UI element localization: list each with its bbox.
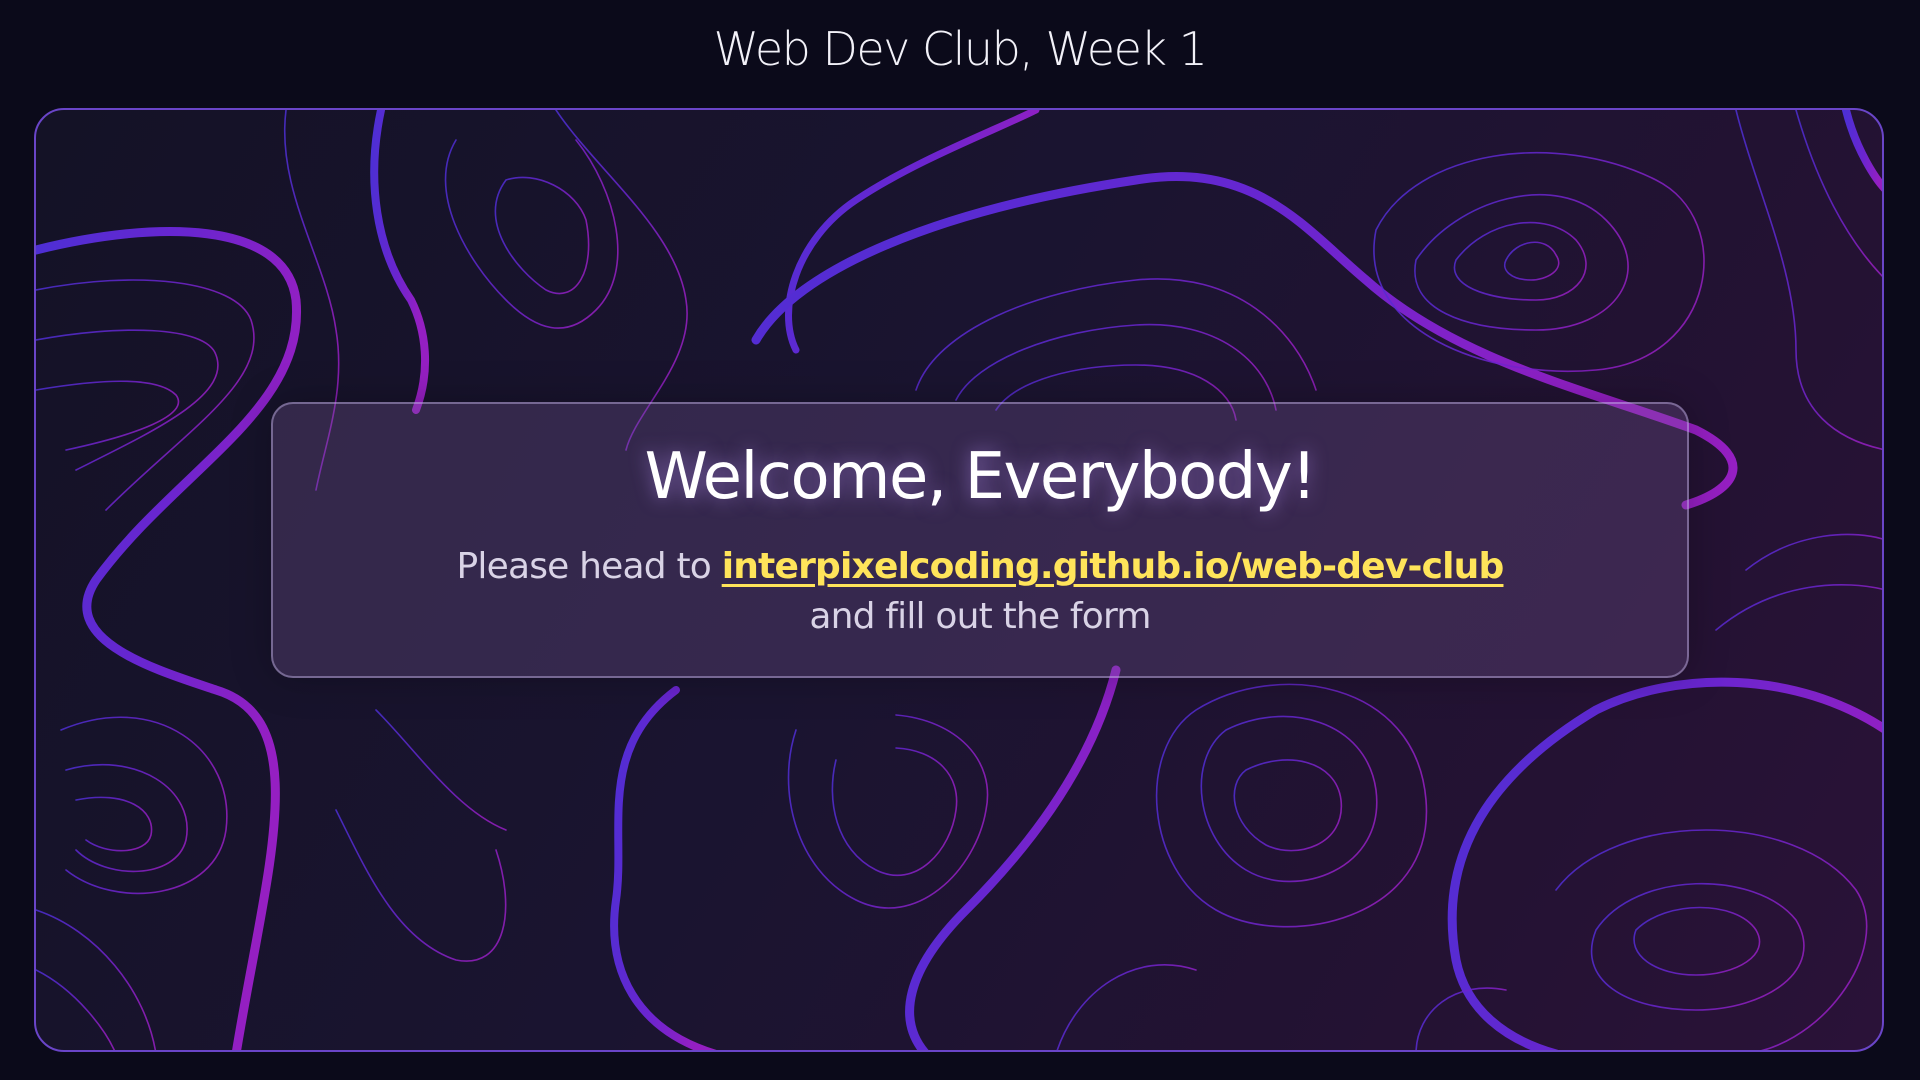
slide-stage: Welcome, Everybody! Please head to inter… (34, 108, 1884, 1052)
page-title: Web Dev Club, Week 1 (713, 22, 1208, 76)
club-website-link[interactable]: interpixelcoding.github.io/web-dev-club (722, 546, 1505, 587)
instruction-prefix: Please head to (456, 546, 712, 587)
instruction-text: Please head to interpixelcoding.github.i… (273, 542, 1687, 642)
welcome-heading: Welcome, Everybody! (644, 440, 1317, 514)
welcome-card: Welcome, Everybody! Please head to inter… (271, 402, 1689, 678)
instruction-suffix: and fill out the form (809, 596, 1151, 637)
